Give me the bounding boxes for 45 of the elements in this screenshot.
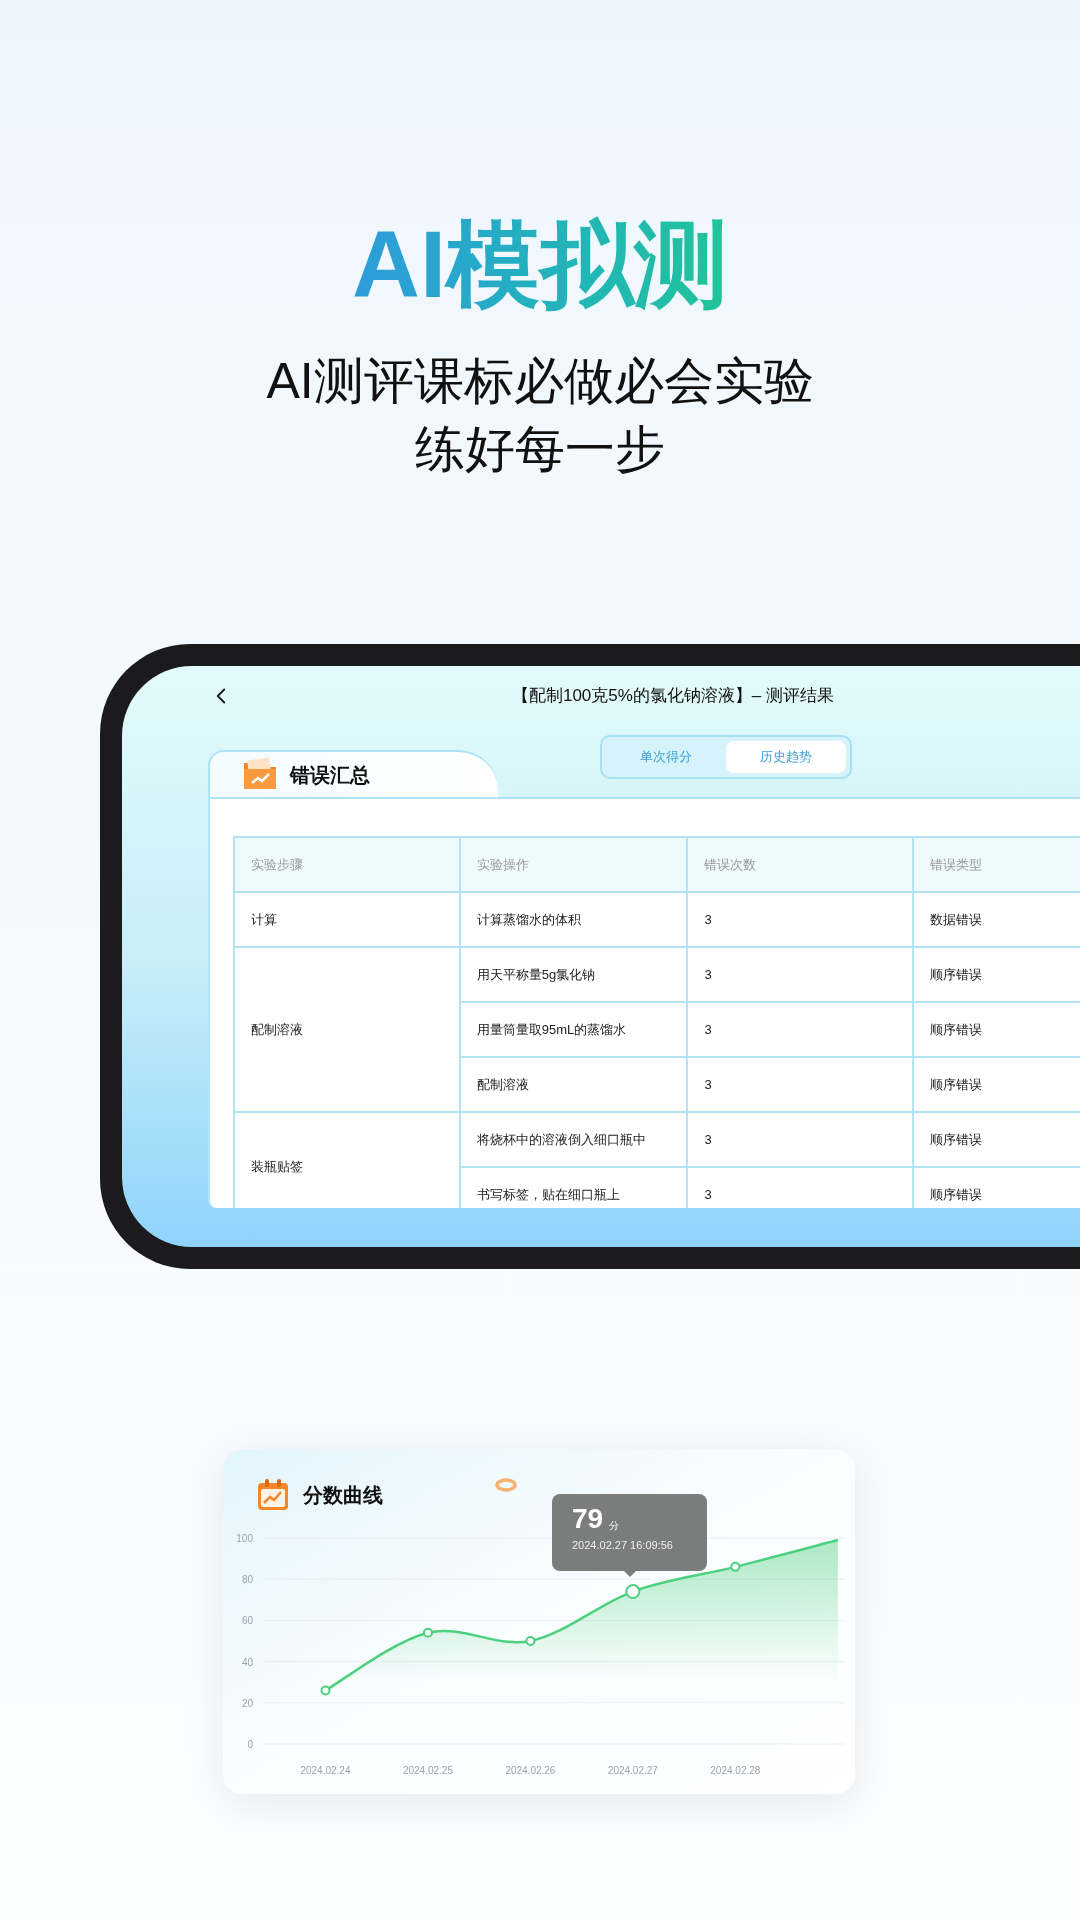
table-cell: 3	[687, 947, 914, 1002]
column-header: 实验步骤	[234, 837, 460, 892]
data-point[interactable]	[625, 1584, 641, 1600]
y-tick-label: 20	[241, 1697, 253, 1709]
y-tick-label: 100	[236, 1533, 253, 1544]
calendar-chart-icon	[255, 1476, 291, 1513]
table-cell: 3	[687, 1002, 914, 1057]
data-point[interactable]	[320, 1685, 331, 1696]
table-cell: 3	[687, 892, 914, 947]
tooltip-unit: 分	[609, 1519, 620, 1533]
table-cell: 3	[687, 1057, 914, 1112]
subtitle-line: AI测评课标必做必会实验	[266, 352, 814, 411]
table-cell: 将烧杯中的溶液倒入细口瓶中	[459, 1112, 688, 1167]
segment-tab[interactable]: 单次得分	[606, 741, 726, 773]
y-tick-label: 80	[241, 1574, 253, 1586]
ring-icon	[495, 1477, 517, 1492]
table-cell: 装瓶贴签	[234, 1112, 460, 1208]
tooltip-value: 79	[572, 1502, 604, 1536]
table-cell: 用天平称量5g氯化钠	[459, 947, 688, 1002]
column-header: 实验操作	[459, 837, 688, 892]
column-header: 错误类型	[913, 837, 1080, 892]
segment-tab[interactable]: 历史趋势	[726, 741, 846, 773]
x-tick-label: 2024.02.25	[402, 1765, 453, 1776]
y-tick-label: 0	[247, 1739, 253, 1750]
table-cell: 计算	[234, 892, 460, 947]
data-point[interactable]	[730, 1561, 741, 1572]
y-tick-label: 40	[241, 1656, 253, 1668]
card-title: 分数曲线	[303, 1482, 383, 1508]
column-header: 错误次数	[687, 837, 914, 892]
x-tick-label: 2024.02.24	[300, 1765, 351, 1776]
table-cell: 配制溶液	[459, 1057, 688, 1112]
table-cell: 配制溶液	[234, 947, 460, 1112]
page-title: 【配制100克5%的氯化钠溶液】– 测评结果	[511, 685, 835, 708]
table-cell: 用量筒量取95mL的蒸馏水	[459, 1002, 688, 1057]
x-tick-label: 2024.02.28	[710, 1765, 761, 1776]
table-cell: 计算蒸馏水的体积	[459, 892, 688, 947]
y-tick-label: 60	[241, 1615, 253, 1627]
data-point[interactable]	[422, 1627, 433, 1638]
subtitle-line: 练好每一步	[415, 420, 665, 479]
tooltip-time: 2024.02.27 16:09:56	[572, 1538, 674, 1553]
data-point[interactable]	[525, 1636, 536, 1646]
table-cell: 3	[687, 1112, 914, 1167]
x-tick-label: 2024.02.26	[505, 1765, 556, 1776]
card-title: 错误汇总	[290, 762, 370, 788]
x-tick-label: 2024.02.27	[607, 1765, 658, 1776]
